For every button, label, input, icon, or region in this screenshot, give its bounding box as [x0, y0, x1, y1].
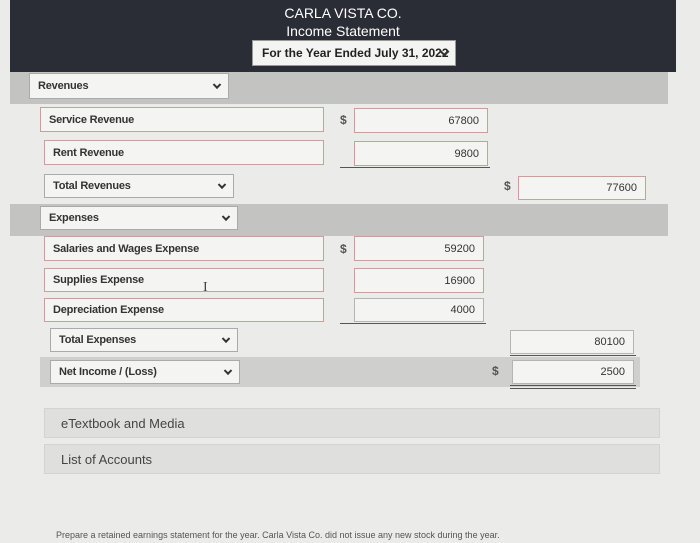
chevron-down-icon: [223, 366, 233, 376]
total-revenues-amount-value: 77600: [606, 182, 637, 194]
rent-revenue-amount-value: 9800: [454, 147, 479, 160]
total-revenues-label: Total Revenues: [53, 180, 131, 192]
currency-symbol: $: [340, 242, 347, 256]
total-expenses-underline: [510, 355, 636, 356]
total-revenues-select[interactable]: Total Revenues: [44, 174, 234, 198]
rent-revenue-label: Rent Revenue: [53, 146, 124, 159]
supplies-expense-label: Supplies Expense: [53, 274, 144, 286]
period-select[interactable]: For the Year Ended July 31, 2022: [252, 40, 456, 66]
service-revenue-label: Service Revenue: [49, 113, 135, 126]
currency-symbol: $: [340, 113, 347, 127]
rent-revenue-amount[interactable]: 9800: [354, 141, 488, 166]
revenues-header-select[interactable]: Revenues: [29, 73, 229, 99]
depreciation-expense-label: Depreciation Expense: [53, 304, 164, 316]
chevron-down-icon: [221, 212, 231, 222]
total-expenses-amount-value: 80100: [594, 336, 625, 348]
service-revenue-amount-value: 67800: [448, 114, 479, 127]
etextbook-media-link[interactable]: eTextbook and Media: [44, 408, 660, 438]
salaries-expense-label: Salaries and Wages Expense: [53, 242, 200, 255]
chevron-down-icon: [212, 80, 222, 90]
text-cursor-icon: I: [203, 280, 208, 295]
company-name: CARLA VISTA CO.: [284, 5, 402, 21]
supplies-expense-amount[interactable]: 16900: [354, 268, 484, 293]
chevron-down-icon: [217, 180, 227, 190]
next-question-prompt: Prepare a retained earnings statement fo…: [56, 530, 500, 540]
total-revenues-amount[interactable]: 77600: [518, 176, 646, 200]
service-revenue-account[interactable]: Service Revenue: [40, 107, 324, 132]
salaries-expense-account[interactable]: Salaries and Wages Expense: [44, 236, 324, 261]
salaries-expense-amount-value: 59200: [444, 242, 475, 255]
service-revenue-amount[interactable]: 67800: [354, 108, 488, 133]
total-expenses-label: Total Expenses: [59, 334, 137, 346]
total-expenses-select[interactable]: Total Expenses: [50, 328, 238, 352]
supplies-expense-account[interactable]: Supplies Expense: [44, 268, 324, 292]
etextbook-media-label: eTextbook and Media: [61, 415, 185, 431]
depreciation-expense-account[interactable]: Depreciation Expense: [44, 298, 324, 322]
subtotal-underline: [340, 323, 486, 324]
subtotal-underline: [340, 167, 490, 168]
chevron-down-icon: [221, 334, 231, 344]
net-income-amount-value: 2500: [600, 366, 625, 378]
currency-symbol: $: [504, 179, 511, 193]
net-income-amount[interactable]: 2500: [512, 360, 634, 384]
depreciation-expense-amount[interactable]: 4000: [354, 298, 484, 322]
currency-symbol: $: [492, 364, 499, 378]
period-select-value: For the Year Ended July 31, 2022: [262, 46, 449, 60]
supplies-expense-amount-value: 16900: [444, 274, 475, 287]
net-income-underline-1: [510, 385, 636, 386]
net-income-select[interactable]: Net Income / (Loss): [50, 360, 240, 384]
salaries-expense-amount[interactable]: 59200: [354, 236, 484, 261]
depreciation-expense-amount-value: 4000: [450, 304, 475, 316]
list-of-accounts-label: List of Accounts: [61, 451, 153, 467]
expenses-header-label: Expenses: [49, 212, 99, 224]
net-income-underline-2: [510, 388, 636, 389]
total-expenses-amount[interactable]: 80100: [510, 330, 634, 354]
list-of-accounts-link[interactable]: List of Accounts: [44, 444, 660, 474]
statement-name: Income Statement: [286, 23, 400, 39]
expenses-header-select[interactable]: Expenses: [40, 206, 238, 230]
statement-header: CARLA VISTA CO. Income Statement For the…: [10, 0, 676, 72]
rent-revenue-account[interactable]: Rent Revenue: [44, 140, 324, 165]
revenues-header-label: Revenues: [38, 80, 89, 92]
net-income-label: Net Income / (Loss): [59, 366, 157, 378]
